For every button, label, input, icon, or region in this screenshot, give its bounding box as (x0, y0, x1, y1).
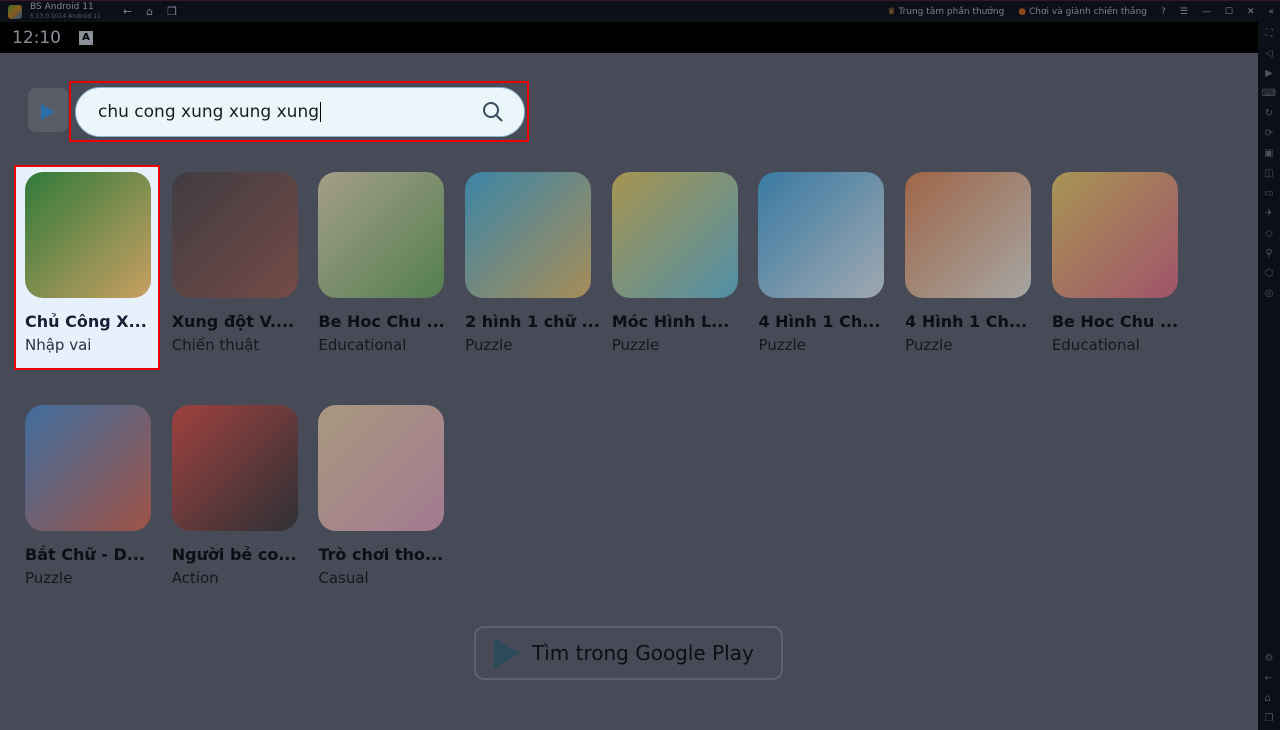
settings-icon[interactable]: ⚙ (1265, 653, 1274, 664)
window-title: BS Android 11 (30, 1, 94, 12)
app-result-item[interactable]: Trò chơi tho... Casual (307, 398, 453, 602)
shake-icon[interactable]: ◇ (1265, 228, 1273, 239)
app-icon (25, 405, 151, 531)
search-icon[interactable] (482, 101, 504, 123)
app-category: Puzzle (25, 569, 73, 587)
app-icon (905, 172, 1032, 298)
minimize-icon[interactable]: — (1202, 7, 1211, 17)
folder-icon[interactable]: ▭ (1264, 188, 1273, 199)
app-icon (465, 172, 592, 298)
app-category: Puzzle (465, 336, 513, 354)
play-win-button[interactable]: ● Chơi và giành chiến thắng (1018, 7, 1147, 17)
video-icon[interactable]: ▶ (1265, 68, 1273, 79)
right-sidebar: ⛶ ◁ ▶ ⌨ ↻ ⟳ ▣ ◫ ▭ ✈ ◇ ⚲ ⬡ ◎ ⚙ ← ⌂ ❐ (1258, 22, 1280, 730)
refresh-icon[interactable]: ⟳ (1265, 128, 1273, 139)
window-subtitle: 5.13.0.1014 Android 11 (30, 12, 101, 20)
app-icon (171, 172, 298, 298)
app-name: Trò chơi tho... (318, 545, 444, 564)
app-store-icon[interactable] (28, 88, 68, 132)
app-result-item[interactable]: Xung đột V.... Chiến thuật (161, 165, 307, 369)
app-category: Casual (318, 569, 369, 587)
app-name: Móc Hình L... (611, 312, 730, 331)
title-bar: BS Android 11 5.13.0.1014 Android 11 ← ⌂ … (0, 0, 1280, 22)
rewards-button[interactable]: ♛ Trung tâm phần thưởng (887, 7, 1004, 17)
app-result-item[interactable]: 2 hình 1 chữ ... Puzzle (454, 165, 600, 369)
app-name: 2 hình 1 chữ ... (465, 312, 600, 331)
crown-icon: ♛ (887, 6, 896, 17)
app-icon (1051, 172, 1178, 298)
clock: 12:10 (12, 27, 61, 48)
app-icon (318, 405, 445, 531)
app-category: Educational (318, 336, 407, 354)
bluestacks-logo (8, 4, 22, 19)
text-caret (320, 102, 322, 122)
coin-icon: ● (1018, 6, 1027, 17)
app-icon (611, 172, 738, 298)
app-name: 4 Hình 1 Ch... (758, 312, 881, 331)
app-category: Puzzle (758, 336, 806, 354)
app-name: Be Hoc Chu ... (1051, 312, 1179, 331)
app-result-item[interactable]: Be Hoc Chu ... Educational (1041, 165, 1187, 369)
eco-icon[interactable]: ◎ (1265, 288, 1274, 299)
multitask-icon[interactable]: ❐ (167, 5, 177, 18)
airplane-icon[interactable]: ✈ (1265, 208, 1273, 219)
android-home-icon[interactable]: ⌂ (1265, 693, 1274, 704)
app-result-item[interactable]: Be Hoc Chu ... Educational (307, 165, 453, 369)
android-recents-icon[interactable]: ❐ (1265, 713, 1274, 724)
location-icon[interactable]: ⚲ (1265, 248, 1272, 259)
app-name: Chủ Công X... (25, 312, 147, 331)
collapse-sidebar-icon[interactable]: « (1268, 7, 1274, 17)
help-icon[interactable]: ? (1161, 7, 1166, 17)
app-result-item[interactable]: 4 Hình 1 Ch... Puzzle (747, 165, 893, 369)
app-category: Action (171, 569, 219, 587)
app-name: Xung đột V.... (171, 312, 295, 331)
search-highlight: chu cong xung xung xung (69, 81, 529, 142)
android-status-bar: 12:10 A (0, 22, 1258, 53)
keyboard-icon[interactable]: ⌨ (1262, 88, 1276, 99)
app-result-item[interactable]: 4 Hình 1 Ch... Puzzle (894, 165, 1040, 369)
app-name: 4 Hình 1 Ch... (905, 312, 1028, 331)
fullscreen-icon[interactable]: ⛶ (1266, 28, 1273, 39)
app-result-item[interactable]: Chủ Công X... Nhập vai (14, 165, 160, 370)
app-result-item[interactable]: Người bẻ co... Action (161, 398, 307, 602)
app-icon (171, 405, 298, 531)
app-category: Chiến thuật (171, 336, 260, 354)
macro-icon[interactable]: ⬡ (1265, 268, 1274, 279)
notification-icon: A (79, 30, 93, 45)
android-back-icon[interactable]: ← (1265, 673, 1274, 684)
rotate-icon[interactable]: ↻ (1265, 108, 1273, 119)
app-result-item[interactable]: Bắt Chữ - D... Puzzle (14, 398, 160, 602)
volume-icon[interactable]: ◁ (1265, 48, 1273, 59)
app-result-item[interactable]: Móc Hình L... Puzzle (601, 165, 747, 369)
home-icon[interactable]: ⌂ (146, 5, 153, 18)
app-icon (25, 172, 151, 298)
app-category: Nhập vai (25, 336, 92, 354)
app-category: Puzzle (905, 336, 953, 354)
app-icon (758, 172, 885, 298)
app-name: Bắt Chữ - D... (25, 545, 146, 564)
search-google-play-button[interactable]: Tìm trong Google Play (474, 626, 783, 680)
google-play-icon (494, 638, 520, 668)
app-name: Be Hoc Chu ... (318, 312, 445, 331)
app-category: Educational (1051, 336, 1140, 354)
app-results-grid: Chủ Công X... Nhập vai Xung đột V.... Ch… (14, 165, 1188, 602)
apk-icon[interactable]: ▣ (1264, 148, 1273, 159)
app-category: Puzzle (611, 336, 660, 354)
app-name: Người bẻ co... (171, 545, 297, 564)
maximize-icon[interactable]: ☐ (1225, 7, 1233, 17)
menu-icon[interactable]: ☰ (1180, 7, 1188, 17)
close-icon[interactable]: ✕ (1247, 7, 1255, 17)
app-icon (318, 172, 445, 298)
screenshot-icon[interactable]: ◫ (1264, 168, 1273, 179)
search-input[interactable]: chu cong xung xung xung (75, 87, 525, 137)
back-icon[interactable]: ← (123, 5, 132, 18)
